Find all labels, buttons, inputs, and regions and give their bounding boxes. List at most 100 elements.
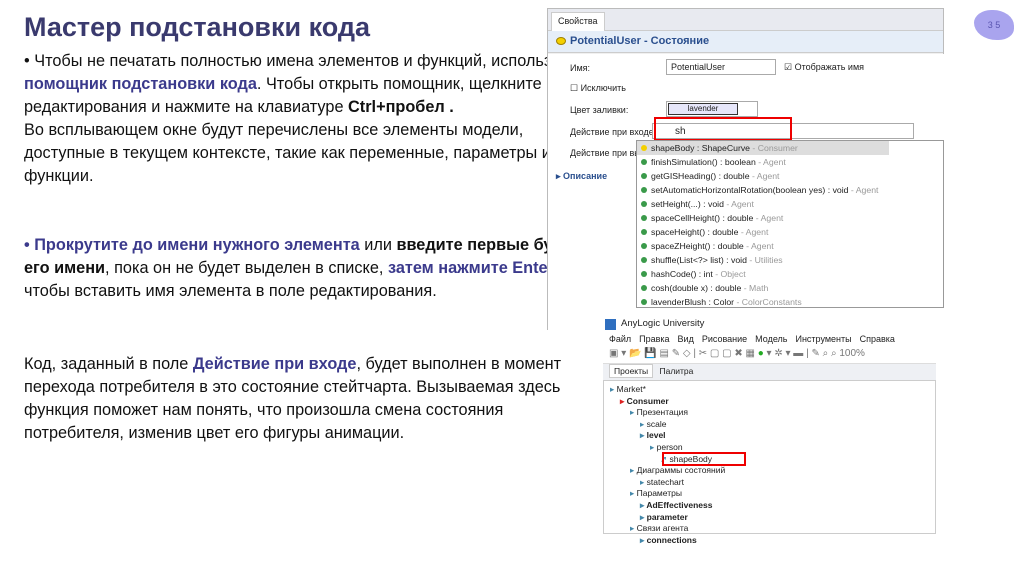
tree-item[interactable]: ▸ AdEffectiveness — [610, 500, 929, 512]
tree-label: scale — [646, 418, 667, 429]
tree-item[interactable]: ▸ Параметры — [610, 488, 929, 500]
text: • Чтобы не печатать полностью имена элем… — [24, 52, 585, 70]
tree-item[interactable]: ↗ shapeBody — [610, 454, 929, 466]
menu-item[interactable]: Модель — [755, 334, 787, 344]
method-icon — [641, 229, 647, 235]
menu-item[interactable]: Правка — [639, 334, 669, 344]
suggestion-item[interactable]: spaceCellHeight() : double - Agent — [637, 211, 943, 225]
node-icon: ▸ — [640, 511, 647, 522]
fill-color-select[interactable]: lavender — [666, 101, 758, 117]
suggestion-item[interactable]: hashCode() : int - Object — [637, 267, 943, 281]
suggestion-item[interactable]: setHeight(...) : void - Agent — [637, 197, 943, 211]
highlight: • Прокрутите до имени нужного элемента — [24, 236, 360, 254]
tree-label: statechart — [646, 476, 684, 487]
suggestion-source: - ColorConstants — [734, 297, 802, 307]
suggestion-source: - Agent — [753, 213, 784, 223]
title-text: AnyLogic University — [621, 318, 705, 329]
name-label: Имя: — [570, 63, 591, 73]
suggestion-source: - Consumer — [750, 143, 798, 153]
suggestion-source: - Agent — [755, 157, 786, 167]
tree-item[interactable]: ▸ Диаграммы состояний — [610, 465, 929, 477]
entry-action-label: Действие при входе: — [570, 127, 657, 137]
show-name-checkbox[interactable]: ☑ Отображать имя — [784, 62, 864, 73]
menu-item[interactable]: Вид — [678, 334, 694, 344]
tab-palette[interactable]: Палитра — [655, 365, 697, 377]
slide-title: Мастер подстановки кода — [24, 12, 371, 42]
paragraph-2: • Прокрутите до имени нужного элемента и… — [24, 234, 604, 303]
method-icon — [641, 173, 647, 179]
page-number: 3 5 — [974, 10, 1014, 40]
suggestion-source: - Agent — [723, 199, 754, 209]
tree-item[interactable]: ▸ Презентация — [610, 407, 929, 419]
exclude-checkbox[interactable]: ☐ Исключить — [570, 83, 626, 94]
menu-item[interactable]: Инструменты — [795, 334, 851, 344]
menu-item[interactable]: Рисование — [702, 334, 747, 344]
menu-item[interactable]: Справка — [860, 334, 895, 344]
text: Во всплывающем окне будут перечислены вс… — [24, 121, 551, 185]
text: , пока он не будет выделен в списке, — [105, 259, 388, 277]
suggestion-item[interactable]: spaceZHeight() : double - Agent — [637, 239, 943, 253]
app-logo-icon — [605, 319, 616, 330]
node-icon: ▸ — [610, 384, 617, 394]
tree-item[interactable]: ▸ scale — [610, 419, 929, 431]
node-icon: ▸ — [620, 395, 627, 406]
fill-value: lavender — [668, 103, 738, 115]
tree-item[interactable]: ▸ parameter — [610, 512, 929, 524]
suggestion-item[interactable]: shuffle(List<?> list) : void - Utilities — [637, 253, 943, 267]
suggestion-name: lavenderBlush : Color — [651, 297, 735, 307]
tree-label: connections — [646, 534, 697, 545]
tree-label: Диаграммы состояний — [636, 465, 726, 476]
paragraph-3: Код, заданный в поле Действие при входе,… — [24, 353, 604, 445]
suggestion-item[interactable]: cosh(double x) : double - Math — [637, 281, 943, 295]
suggestion-source: - Math — [741, 283, 769, 293]
suggestion-source: - Agent — [743, 241, 774, 251]
properties-screenshot: Свойства PotentialUser - Состояние Имя: … — [547, 8, 945, 331]
tree-item[interactable]: ▸ Consumer — [610, 396, 929, 408]
suggestion-item[interactable]: getGISHeading() : double - Agent — [637, 169, 943, 183]
name-input[interactable]: PotentialUser — [666, 59, 776, 75]
tree-item[interactable]: ▸ Market* — [610, 384, 929, 396]
tree-item[interactable]: ▸ Связи агента — [610, 523, 929, 535]
method-icon — [641, 215, 647, 221]
tree-label: level — [646, 430, 666, 441]
tree-label: Связи агента — [636, 523, 689, 534]
panel-tabs: Проекты Палитра — [603, 364, 936, 380]
toolbar-icons[interactable]: ▣ ▾ 📂 💾 ▤ ✎ ◇ | ✂ ▢ ▢ ✖ ▦ ● ▾ ✲ ▾ ▬ | ✎ … — [609, 348, 837, 359]
suggestion-source: - Utilities — [746, 255, 783, 265]
project-tree: ▸ Market* ▸ Consumer ▸ Презентация ▸ scale ▸… — [603, 380, 936, 545]
highlight-box — [662, 452, 746, 466]
tab-properties[interactable]: Свойства — [551, 12, 605, 31]
tree-label: Параметры — [636, 488, 682, 499]
header-text: PotentialUser - Состояние — [570, 35, 710, 47]
method-icon — [641, 299, 647, 305]
suggestion-name: spaceZHeight() : double — [651, 241, 744, 251]
method-icon — [641, 159, 647, 165]
suggestion-source: - Agent — [738, 227, 769, 237]
suggestion-item[interactable]: finishSimulation() : boolean - Agent — [637, 155, 943, 169]
tree-item[interactable]: ▸ connections — [610, 535, 929, 547]
suggestion-item[interactable]: shapeBody : ShapeCurve - Consumer — [637, 141, 889, 155]
node-icon: ▸ — [650, 441, 657, 452]
suggestion-source: - Agent — [749, 171, 780, 181]
tree-item[interactable]: ▸ person — [610, 442, 929, 454]
description-section[interactable]: ▸ Описание — [556, 171, 607, 182]
menu-item[interactable]: Файл — [609, 334, 631, 344]
tree-item[interactable]: ▸ level — [610, 430, 929, 442]
suggestion-item[interactable]: spaceHeight() : double - Agent — [637, 225, 943, 239]
suggestion-item[interactable]: setAutomaticHorizontalRotation(boolean y… — [637, 183, 943, 197]
suggestion-name: setHeight(...) : void — [651, 199, 724, 209]
tree-label: AdEffectiveness — [646, 499, 713, 510]
tab-projects[interactable]: Проекты — [609, 364, 654, 378]
zoom-level[interactable]: 100% — [839, 348, 865, 359]
tree-label: Consumer — [626, 395, 669, 406]
method-icon — [641, 187, 647, 193]
suggestion-name: hashCode() : int — [651, 269, 713, 279]
tree-label: person — [656, 441, 683, 452]
tree-label: parameter — [646, 511, 688, 522]
properties-header: PotentialUser - Состояние — [548, 31, 943, 53]
suggestion-item[interactable]: lavenderBlush : Color - ColorConstants — [637, 295, 943, 309]
suggestion-name: spaceCellHeight() : double — [651, 213, 754, 223]
tree-item[interactable]: ▸ statechart — [610, 477, 929, 489]
text: Код, заданный в поле — [24, 355, 193, 373]
node-icon: ▸ — [630, 488, 637, 499]
